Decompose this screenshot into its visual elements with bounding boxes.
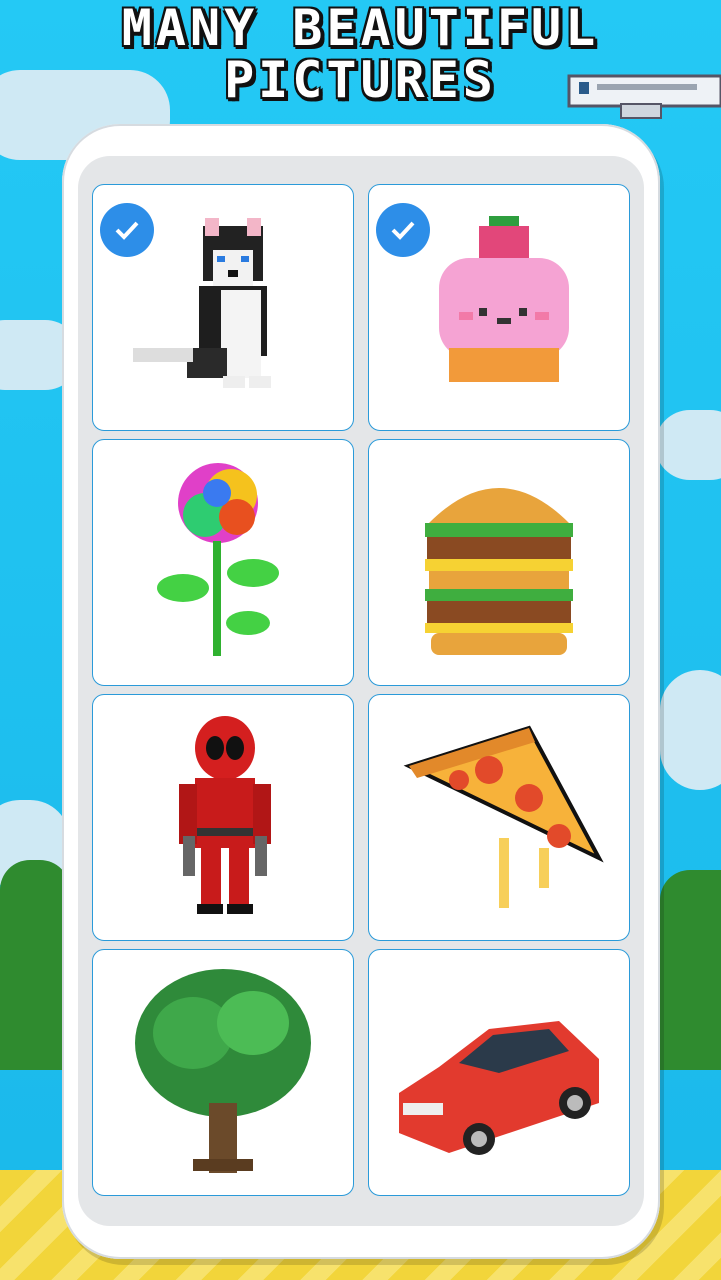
tree-icon (135, 968, 311, 1173)
picture-card-burger[interactable] (368, 439, 630, 686)
red-car-icon (399, 1020, 599, 1155)
bush (660, 870, 721, 1070)
burger-icon (425, 487, 573, 655)
rainbow-rose-icon (157, 462, 279, 656)
picture-grid (92, 184, 630, 1196)
picture-card-rainbow-rose[interactable] (92, 439, 354, 686)
picture-card-cupcake[interactable] (368, 184, 630, 431)
completed-check-icon (100, 203, 154, 257)
bush (0, 860, 70, 1070)
picture-card-deadpool[interactable] (92, 694, 354, 941)
pizza-slice-icon (403, 725, 604, 908)
cloud (655, 410, 721, 480)
deadpool-icon (179, 715, 271, 914)
banner-title-line2: PICTURES (224, 51, 497, 109)
picture-card-tree[interactable] (92, 949, 354, 1196)
picture-card-pizza-slice[interactable] (368, 694, 630, 941)
cloud (660, 670, 721, 790)
picture-card-red-car[interactable] (368, 949, 630, 1196)
banner-title: MANY BEAUTIFUL PICTURES (0, 2, 721, 106)
phone-screen (78, 156, 644, 1226)
banner-title-line1: MANY BEAUTIFUL (121, 0, 600, 57)
completed-check-icon (376, 203, 430, 257)
picture-card-husky[interactable] (92, 184, 354, 431)
phone-frame (62, 124, 660, 1259)
